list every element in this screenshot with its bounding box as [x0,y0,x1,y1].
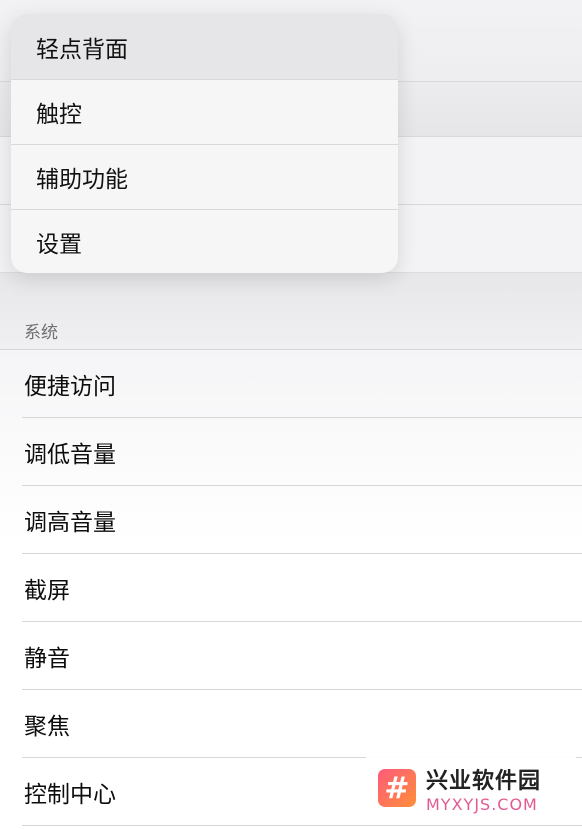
list-item-label: 调低音量 [24,442,116,468]
hash-logo-icon: # [378,769,416,807]
list-item-label: 调高音量 [24,510,116,536]
menu-item-accessibility[interactable]: 辅助功能 [11,144,398,209]
menu-item-settings[interactable]: 设置 [11,209,398,273]
list-item-screenshot[interactable]: 截屏 [0,554,582,622]
list-item-label: 截屏 [24,578,70,604]
section-header-system: 系统 [24,323,58,343]
list-item-volume-down[interactable]: 调低音量 [0,418,582,486]
list-item-volume-up[interactable]: 调高音量 [0,486,582,554]
list-item-focus[interactable]: 聚焦 [0,690,582,758]
watermark-logo: # 兴业软件园 MYXYJS.COM [366,752,576,824]
watermark-text: 兴业软件园 MYXYJS.COM [426,763,541,814]
list-item-label: 聚焦 [24,714,70,740]
menu-item-label: 设置 [36,232,82,258]
watermark-domain: MYXYJS.COM [426,794,538,814]
list-item-label: 便捷访问 [24,374,116,400]
list-item-label: 控制中心 [24,782,116,808]
menu-item-label: 轻点背面 [36,36,128,63]
section-header-bar [0,272,582,350]
menu-item-label: 辅助功能 [36,167,128,193]
menu-item-touch[interactable]: 触控 [11,79,398,144]
menu-item-label: 触控 [36,102,82,128]
menu-item-back-tap[interactable]: 轻点背面 [11,14,398,79]
list-item-label: 静音 [24,646,70,672]
list-item-accessibility-shortcut[interactable]: 便捷访问 [0,350,582,418]
watermark-name: 兴业软件园 [426,768,542,794]
list-item-mute[interactable]: 静音 [0,622,582,690]
back-navigation-menu: 轻点背面 触控 辅助功能 设置 [11,14,398,273]
